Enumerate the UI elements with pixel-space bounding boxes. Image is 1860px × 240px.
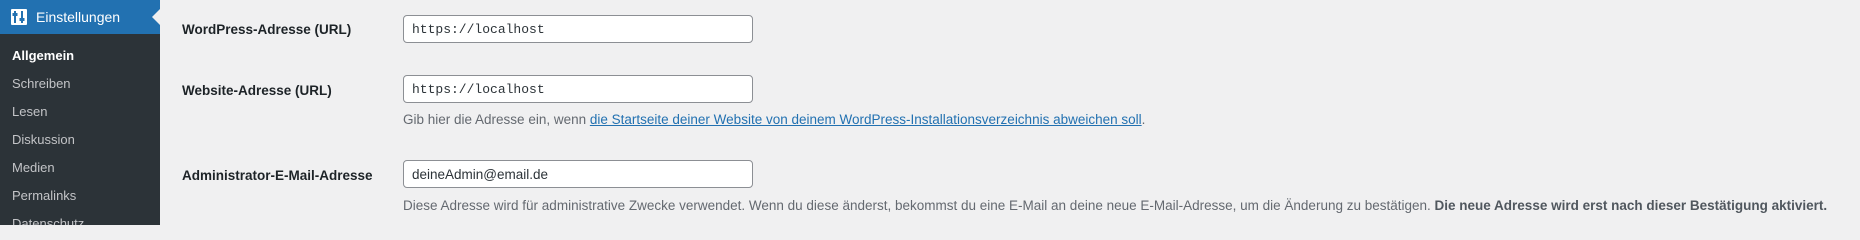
site-address-input[interactable] xyxy=(403,75,753,103)
submenu-item-schreiben[interactable]: Schreiben xyxy=(0,70,160,98)
admin-email-description: Diese Adresse wird für administrative Zw… xyxy=(403,198,1827,213)
admin-email-input[interactable] xyxy=(403,160,753,188)
admin-email-label: Administrator-E-Mail-Adresse xyxy=(182,168,373,183)
admin-email-desc-text: Diese Adresse wird für administrative Zw… xyxy=(403,198,1435,213)
submenu-item-lesen[interactable]: Lesen xyxy=(0,98,160,126)
site-address-help-link[interactable]: die Startseite deiner Website von deinem… xyxy=(590,112,1142,127)
site-address-desc-prefix: Gib hier die Adresse ein, wenn xyxy=(403,112,590,127)
submenu-item-datenschutz[interactable]: Datenschutz xyxy=(0,210,160,225)
sidebar-menu-settings-label: Einstellungen xyxy=(36,9,121,25)
site-address-desc-suffix: . xyxy=(1141,112,1146,127)
admin-sidebar: Einstellungen Allgemein Schreiben Lesen … xyxy=(0,0,160,225)
submenu-item-permalinks[interactable]: Permalinks xyxy=(0,182,160,210)
submenu-item-allgemein[interactable]: Allgemein xyxy=(0,42,160,70)
admin-email-desc-bold: Die neue Adresse wird erst nach dieser B… xyxy=(1434,198,1828,213)
wp-address-label: WordPress-Adresse (URL) xyxy=(182,22,352,37)
current-menu-pointer xyxy=(152,9,160,25)
settings-sliders-icon xyxy=(11,9,27,25)
sidebar-menu-settings[interactable]: Einstellungen xyxy=(0,0,160,34)
wp-address-input[interactable] xyxy=(403,15,753,43)
submenu-item-diskussion[interactable]: Diskussion xyxy=(0,126,160,154)
site-address-label: Website-Adresse (URL) xyxy=(182,83,332,98)
submenu-item-medien[interactable]: Medien xyxy=(0,154,160,182)
site-address-description: Gib hier die Adresse ein, wenn die Start… xyxy=(403,112,1145,127)
settings-submenu: Allgemein Schreiben Lesen Diskussion Med… xyxy=(0,42,160,225)
